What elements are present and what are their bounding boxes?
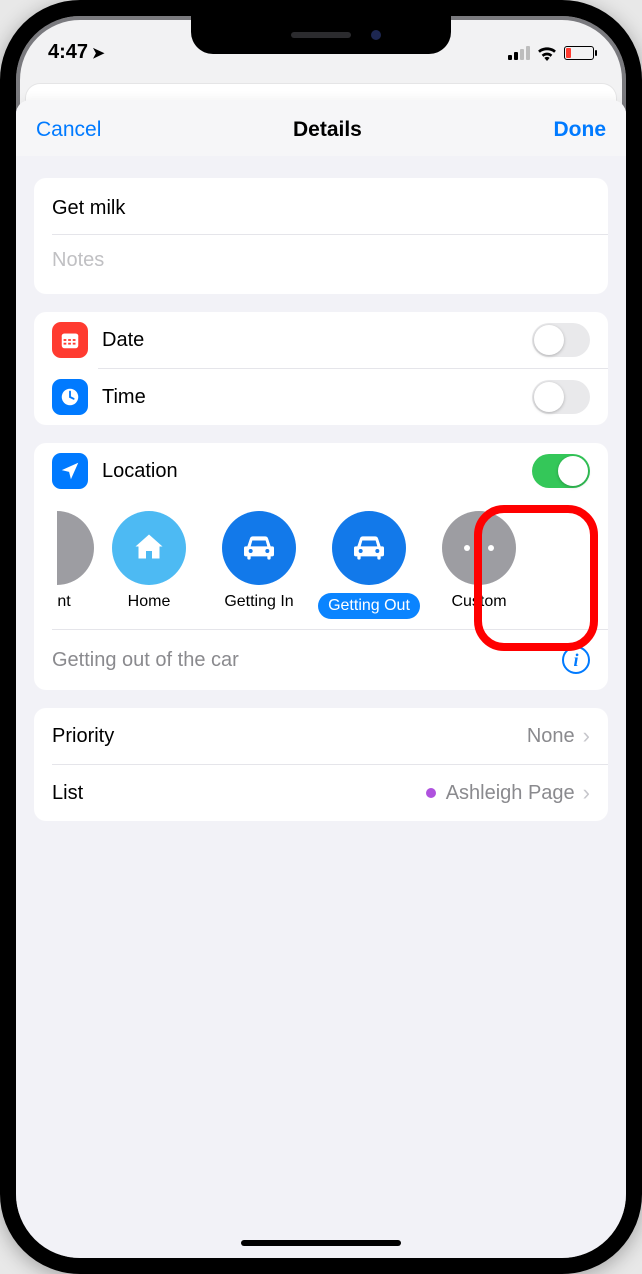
more-icon xyxy=(442,511,516,585)
location-detail-row[interactable]: Getting out of the car i xyxy=(34,630,608,690)
title-notes-card: Get milk Notes xyxy=(34,178,608,294)
location-presets[interactable]: nt Home Getting In xyxy=(34,499,608,629)
pin-half-icon xyxy=(57,511,94,585)
priority-list-card: Priority None › List Ashleigh Page › xyxy=(34,708,608,821)
time-row[interactable]: Time xyxy=(34,369,608,425)
clock-icon xyxy=(52,379,88,415)
home-indicator[interactable] xyxy=(241,1240,401,1246)
date-time-card: Date Time xyxy=(34,312,608,425)
wifi-icon xyxy=(536,45,558,61)
location-preset-current[interactable]: nt xyxy=(34,511,94,619)
preset-label-0: nt xyxy=(34,593,94,611)
location-preset-getting-in[interactable]: Getting In xyxy=(204,511,314,619)
preset-label-1: Home xyxy=(128,593,171,611)
location-preset-getting-out[interactable]: Getting Out xyxy=(314,511,424,619)
home-icon xyxy=(112,511,186,585)
list-row[interactable]: List Ashleigh Page › xyxy=(34,765,608,821)
list-label: List xyxy=(52,782,426,805)
location-arrow-icon xyxy=(52,453,88,489)
location-label: Location xyxy=(102,460,532,483)
reminder-notes-input[interactable]: Notes xyxy=(52,235,104,294)
priority-value: None xyxy=(527,725,575,748)
location-toggle[interactable] xyxy=(532,454,590,488)
list-value: Ashleigh Page xyxy=(446,782,575,805)
preset-label-4: Custom xyxy=(451,593,506,611)
preset-label-3: Getting Out xyxy=(318,593,420,619)
battery-icon xyxy=(564,46,594,60)
car-icon xyxy=(222,511,296,585)
priority-label: Priority xyxy=(52,725,527,748)
location-card: Location nt Home xyxy=(34,443,608,690)
location-detail-text: Getting out of the car xyxy=(52,649,239,672)
date-row[interactable]: Date xyxy=(34,312,608,368)
time-label: Time xyxy=(102,386,532,409)
nav-bar: Cancel Details Done xyxy=(16,100,626,156)
chevron-right-icon: › xyxy=(583,723,590,749)
location-preset-home[interactable]: Home xyxy=(94,511,204,619)
date-label: Date xyxy=(102,329,532,352)
time-toggle[interactable] xyxy=(532,380,590,414)
list-color-dot xyxy=(426,788,436,798)
info-icon[interactable]: i xyxy=(562,646,590,674)
page-title: Details xyxy=(293,118,362,142)
calendar-icon xyxy=(52,322,88,358)
location-row[interactable]: Location xyxy=(34,443,608,499)
priority-row[interactable]: Priority None › xyxy=(34,708,608,764)
chevron-right-icon: › xyxy=(583,780,590,806)
done-button[interactable]: Done xyxy=(554,118,607,142)
reminder-title-input[interactable]: Get milk xyxy=(52,179,590,234)
car-icon xyxy=(332,511,406,585)
location-services-icon: ➤ xyxy=(92,44,105,62)
cancel-button[interactable]: Cancel xyxy=(36,118,101,142)
status-time: 4:47 xyxy=(48,41,88,64)
cellular-signal-icon xyxy=(508,46,530,60)
date-toggle[interactable] xyxy=(532,323,590,357)
preset-label-2: Getting In xyxy=(224,593,293,611)
location-preset-custom[interactable]: Custom xyxy=(424,511,534,619)
